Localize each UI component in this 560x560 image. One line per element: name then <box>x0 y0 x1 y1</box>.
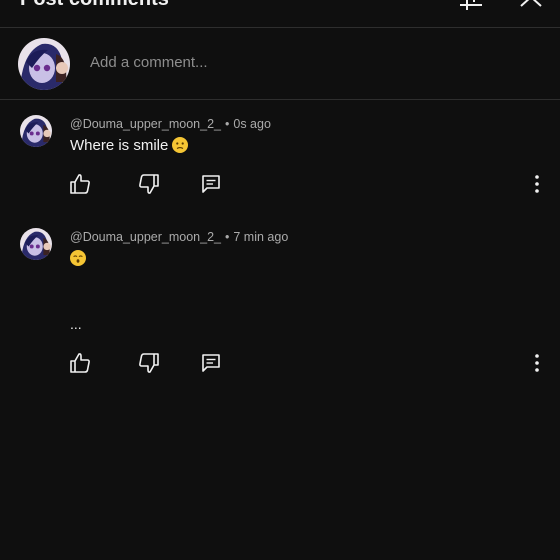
close-icon[interactable] <box>518 0 544 10</box>
dislike-icon[interactable] <box>137 351 161 375</box>
dislike-icon[interactable] <box>137 172 161 196</box>
comments-header: Post comments <box>0 0 560 28</box>
confused-face-emoji <box>172 137 189 153</box>
comment-author[interactable]: @Douma_upper_moon_2_ <box>70 117 221 131</box>
more-options-icon[interactable] <box>530 353 544 373</box>
comment-author[interactable]: @Douma_upper_moon_2_ <box>70 230 221 244</box>
comment-time: 7 min ago <box>233 230 289 244</box>
comment-time: 0s ago <box>233 117 271 131</box>
comment-text <box>70 250 86 267</box>
like-icon[interactable] <box>68 172 92 196</box>
comment-meta: @Douma_upper_moon_2_ • 7 min ago <box>70 230 288 244</box>
kissing-face-emoji <box>70 250 86 266</box>
comment-composer: Add a comment... <box>0 28 560 100</box>
comment-extra-text: ... <box>70 316 82 332</box>
more-options-icon[interactable] <box>530 174 544 194</box>
comment-input[interactable]: Add a comment... <box>90 54 208 71</box>
reply-icon[interactable] <box>199 172 223 196</box>
comment-text: Where is smile <box>70 137 189 154</box>
meta-separator: • <box>224 117 230 131</box>
meta-separator: • <box>224 230 230 244</box>
reply-icon[interactable] <box>199 351 223 375</box>
page-title: Post comments <box>20 0 169 11</box>
avatar[interactable] <box>18 38 70 90</box>
comment-meta: @Douma_upper_moon_2_ • 0s ago <box>70 117 271 131</box>
filter-icon[interactable] <box>458 0 484 10</box>
avatar[interactable] <box>20 228 52 260</box>
avatar[interactable] <box>20 115 52 147</box>
comment-text-content: Where is smile <box>70 137 169 154</box>
like-icon[interactable] <box>68 351 92 375</box>
